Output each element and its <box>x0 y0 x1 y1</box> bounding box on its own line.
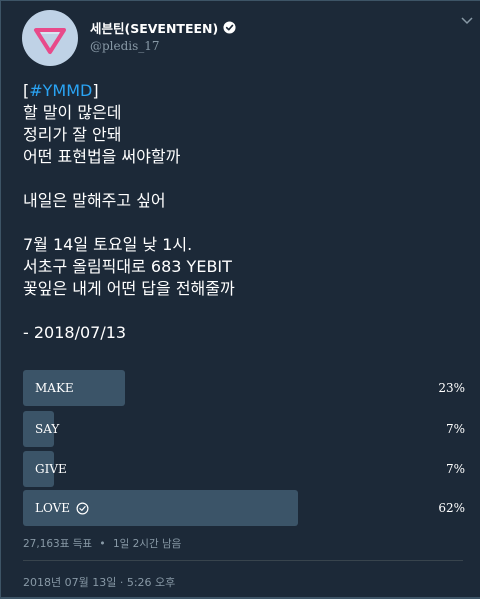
poll-vote-count: 27,163표 득표 <box>23 538 93 550</box>
tweet-line: 할 말이 많은데 <box>23 103 122 122</box>
author-name[interactable]: 세븐틴(SEVENTEEN) <box>90 18 218 37</box>
selected-check-icon <box>76 502 89 514</box>
poll-option-percent: 62% <box>438 501 465 515</box>
tweet-menu-button[interactable] <box>460 14 474 28</box>
divider <box>23 560 463 561</box>
poll-meta-separator: • <box>99 538 106 550</box>
poll-option-label: GIVE <box>35 462 67 476</box>
chevron-down-icon <box>461 17 473 25</box>
poll-option[interactable]: LOVE 62% <box>23 490 467 526</box>
poll-option-label-wrap: SAY <box>35 411 59 447</box>
frame-border-left <box>0 0 1 599</box>
hashtag-link[interactable]: #YMMD <box>29 81 92 100</box>
tweet-line: 내일은 말해주고 싶어 <box>23 191 166 210</box>
tweet-hashtag-line: [#YMMD] <box>23 80 463 102</box>
tweet-line: 꽃잎은 내게 어떤 답을 전해줄까 <box>23 279 235 298</box>
poll-option-percent: 7% <box>445 422 465 436</box>
tweet-line: - 2018/07/13 <box>23 323 127 342</box>
poll-option-label-wrap: LOVE <box>35 490 89 526</box>
poll-option-label-wrap: GIVE <box>35 451 67 487</box>
poll-option[interactable]: GIVE 7% <box>23 451 467 487</box>
poll-option-label: MAKE <box>35 381 74 395</box>
poll-option-percent: 23% <box>438 381 465 395</box>
tweet-line: 7월 14일 토요일 낮 1시. <box>23 235 193 254</box>
tweet-text: [#YMMD] 할 말이 많은데 정리가 잘 안돼 어떤 표현법을 써야할까 내… <box>23 80 463 344</box>
author-name-row[interactable]: 세븐틴(SEVENTEEN) <box>90 18 236 37</box>
tweet-line: 정리가 잘 안돼 <box>23 125 122 144</box>
tweet-line: 어떤 표현법을 써야할까 <box>23 147 181 166</box>
tweet-line: 서초구 올림픽대로 683 YEBIT <box>23 257 232 276</box>
frame-border-top <box>0 0 480 1</box>
poll-time-left: 1일 2시간 남음 <box>112 538 182 550</box>
poll-option-label: SAY <box>35 422 60 436</box>
poll-option[interactable]: SAY 7% <box>23 411 467 447</box>
poll-option-label: LOVE <box>35 501 71 515</box>
verified-badge-icon <box>223 21 236 34</box>
avatar[interactable] <box>22 10 78 66</box>
poll-option[interactable]: MAKE 23% <box>23 370 467 406</box>
tweet-timestamp[interactable]: 2018년 07월 13일 · 5:26 오후 <box>23 574 175 590</box>
author-handle[interactable]: @pledis_17 <box>90 39 160 53</box>
seventeen-triangle-logo-icon <box>34 28 66 54</box>
poll-meta: 27,163표 득표 • 1일 2시간 남음 <box>23 536 181 551</box>
poll-option-label-wrap: MAKE <box>35 370 74 406</box>
poll-option-percent: 7% <box>445 462 465 476</box>
bracket-close: ] <box>92 81 99 100</box>
